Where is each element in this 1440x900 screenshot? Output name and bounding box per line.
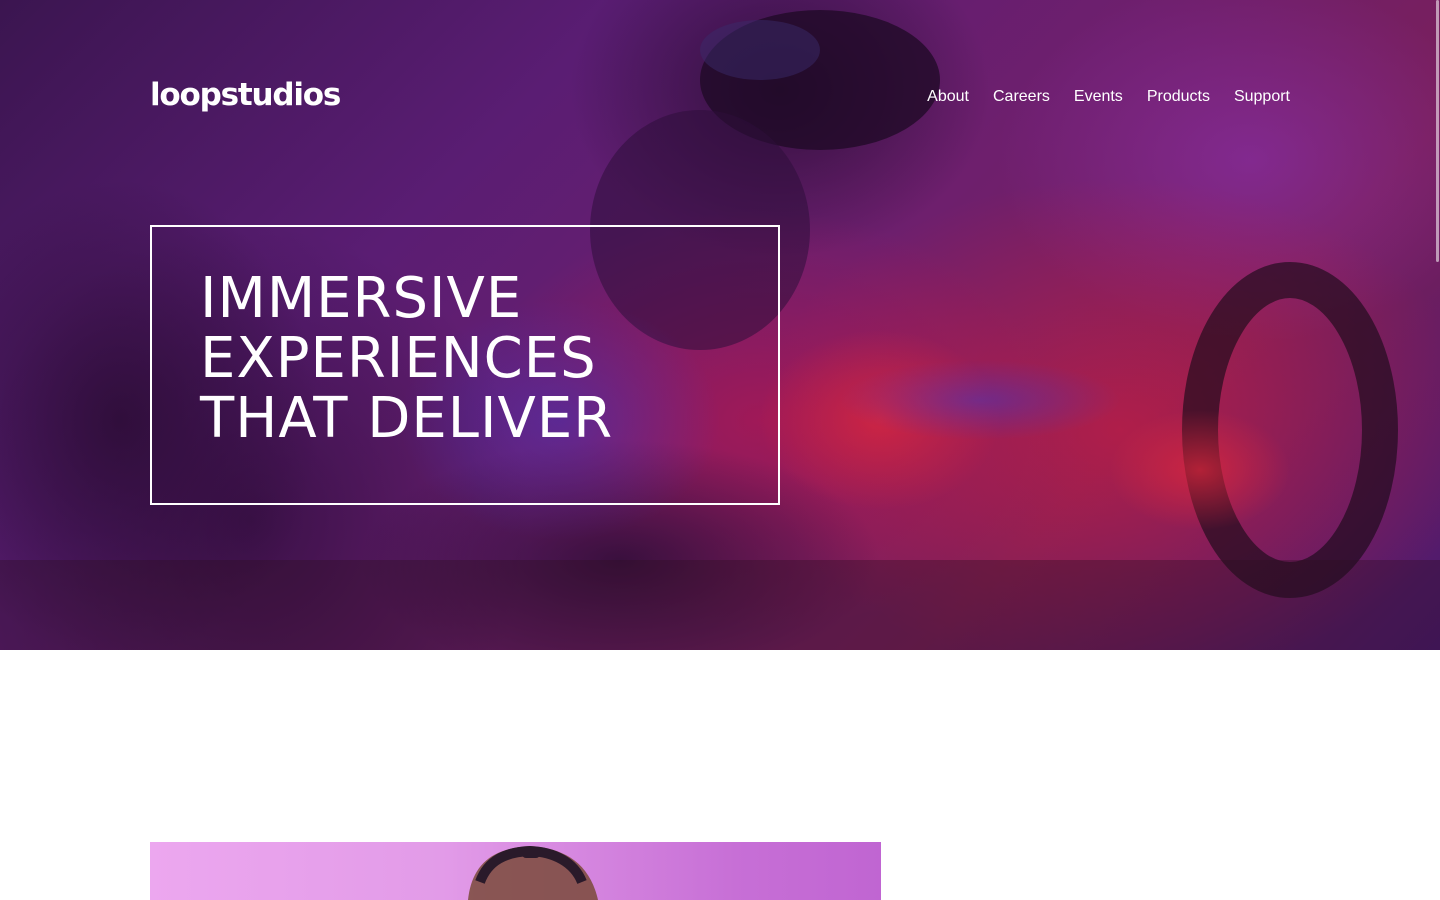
nav-link-support[interactable]: Support (1234, 88, 1290, 105)
interactive-vr-image (150, 842, 881, 900)
nav-item-products: Products (1147, 86, 1210, 108)
scrollbar-thumb[interactable] (1436, 0, 1439, 262)
nav-item-events: Events (1074, 86, 1123, 108)
nav-item-support: Support (1234, 86, 1290, 108)
hero-title-box: IMMERSIVE EXPERIENCES THAT DELIVER (150, 225, 780, 505)
site-header: loopstudios About Careers Events Product… (150, 78, 1290, 118)
page: loopstudios About Careers Events Product… (0, 0, 1440, 900)
nav-item-about: About (927, 86, 969, 108)
nav-link-events[interactable]: Events (1074, 88, 1123, 105)
scrollbar[interactable] (1434, 0, 1440, 900)
nav-link-about[interactable]: About (927, 88, 969, 105)
nav-list: About Careers Events Products Support (927, 86, 1290, 108)
hero-section: loopstudios About Careers Events Product… (0, 0, 1440, 650)
vr-person-image (468, 845, 598, 900)
nav-item-careers: Careers (993, 86, 1050, 108)
hero-title: IMMERSIVE EXPERIENCES THAT DELIVER (200, 266, 614, 451)
nav-link-careers[interactable]: Careers (993, 88, 1050, 105)
nav-link-products[interactable]: Products (1147, 88, 1210, 105)
logo[interactable]: loopstudios (150, 78, 341, 112)
